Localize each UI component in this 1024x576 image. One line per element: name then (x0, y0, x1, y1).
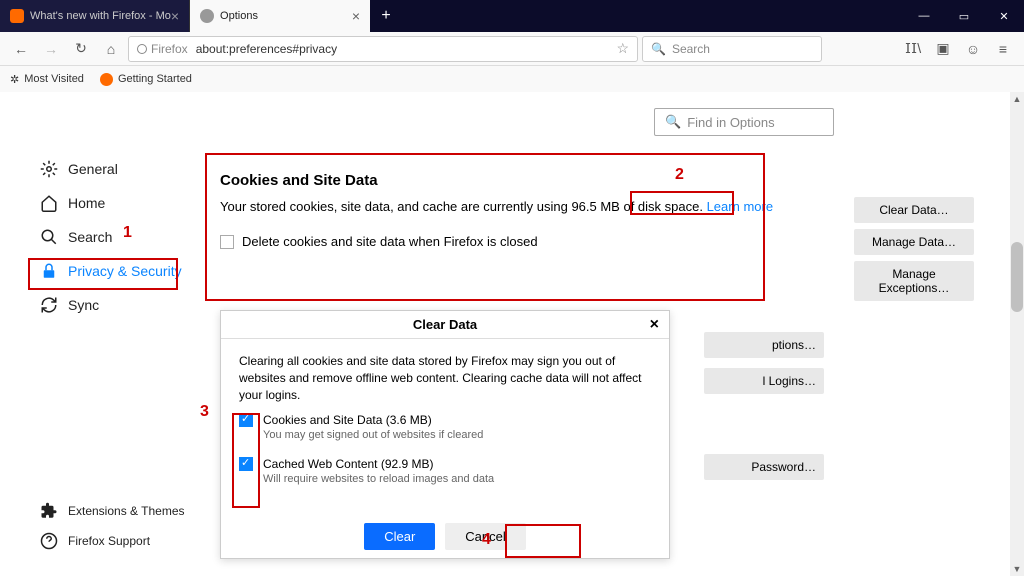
options-search-input[interactable]: 🔍 Find in Options (654, 108, 834, 136)
bookmark-most-visited[interactable]: ✲ Most Visited (10, 73, 84, 86)
reload-button[interactable]: ↻ (68, 36, 94, 62)
search-input[interactable]: 🔍 Search (642, 36, 822, 62)
help-icon (40, 532, 58, 550)
scrollbar[interactable]: ▲ ▼ (1010, 92, 1024, 576)
url-toolbar: ← → ↻ ⌂ Firefox about:preferences#privac… (0, 32, 1024, 66)
options-button-partial[interactable]: ptions… (704, 332, 824, 358)
star-icon: ✲ (10, 73, 19, 86)
address-bar[interactable]: Firefox about:preferences#privacy ☆ (128, 36, 638, 62)
bookmark-star-icon[interactable]: ☆ (616, 40, 629, 57)
cancel-button[interactable]: Cancel (445, 523, 525, 550)
window-titlebar: What's new with Firefox - Mo × Options ×… (0, 0, 1024, 32)
delete-on-close-checkbox[interactable] (220, 235, 234, 249)
tab-label: What's new with Firefox - Mo (30, 10, 171, 22)
section-description: Your stored cookies, site data, and cach… (220, 197, 834, 301)
cache-checkbox[interactable] (239, 457, 253, 471)
lock-icon (40, 262, 58, 280)
home-button[interactable]: ⌂ (98, 36, 124, 62)
manage-exceptions-button[interactable]: Manage Exceptions… (854, 261, 974, 301)
new-tab-button[interactable]: + (370, 7, 402, 25)
scroll-down-icon[interactable]: ▼ (1012, 564, 1022, 574)
close-icon[interactable]: × (171, 8, 179, 24)
manage-data-button[interactable]: Manage Data… (854, 229, 974, 255)
clear-data-button[interactable]: Clear Data… (854, 197, 974, 223)
sidebar-item-privacy[interactable]: Privacy & Security (30, 254, 200, 288)
back-button[interactable]: ← (8, 36, 34, 62)
tab-whats-new[interactable]: What's new with Firefox - Mo × (0, 0, 190, 32)
maximize-button[interactable]: ▭ (944, 0, 984, 32)
clear-data-dialog: Clear Data × Clearing all cookies and si… (220, 310, 670, 559)
clear-button[interactable]: Clear (364, 523, 435, 550)
tab-label: Options (220, 10, 258, 22)
settings-sidebar: General Home Search Privacy & Security S… (0, 92, 200, 576)
close-button[interactable]: ✕ (984, 0, 1024, 32)
minimize-button[interactable]: — (904, 0, 944, 32)
url-text: about:preferences#privacy (196, 42, 617, 56)
search-icon (40, 228, 58, 246)
password-button-partial[interactable]: Password… (704, 454, 824, 480)
account-icon[interactable]: ☺ (960, 36, 986, 62)
learn-more-link[interactable]: Learn more (707, 199, 773, 214)
gear-icon (200, 9, 214, 23)
scroll-thumb[interactable] (1011, 242, 1023, 312)
firefox-badge: Firefox (137, 42, 188, 56)
checkbox-label: Cookies and Site Data (3.6 MB) (263, 413, 483, 427)
sidebar-icon[interactable]: ▣ (930, 36, 956, 62)
bookmark-getting-started[interactable]: Getting Started (100, 73, 192, 86)
checkbox-label: Delete cookies and site data when Firefo… (242, 232, 538, 253)
puzzle-icon (40, 502, 58, 520)
dialog-description: Clearing all cookies and site data store… (239, 353, 651, 403)
dialog-close-button[interactable]: × (650, 316, 659, 334)
background-buttons: ptions… l Logins… Password… (704, 332, 824, 480)
firefox-icon (100, 73, 113, 86)
library-icon[interactable]: 𝖨𝖨\ (900, 36, 926, 62)
cookies-checkbox[interactable] (239, 413, 253, 427)
gear-icon (40, 160, 58, 178)
sidebar-item-home[interactable]: Home (30, 186, 200, 220)
menu-icon[interactable]: ≡ (990, 36, 1016, 62)
logins-button-partial[interactable]: l Logins… (704, 368, 824, 394)
checkbox-label: Cached Web Content (92.9 MB) (263, 457, 494, 471)
sidebar-item-sync[interactable]: Sync (30, 288, 200, 322)
scroll-up-icon[interactable]: ▲ (1012, 94, 1022, 104)
bookmarks-toolbar: ✲ Most Visited Getting Started (0, 66, 1024, 92)
search-icon: 🔍 (651, 42, 666, 56)
search-icon: 🔍 (665, 114, 681, 130)
sync-icon (40, 296, 58, 314)
tab-options[interactable]: Options × (190, 0, 370, 32)
dialog-header: Clear Data × (221, 311, 669, 339)
checkbox-sublabel: Will require websites to reload images a… (263, 473, 494, 485)
sidebar-item-general[interactable]: General (30, 152, 200, 186)
close-icon[interactable]: × (352, 8, 360, 24)
sidebar-item-support[interactable]: Firefox Support (30, 526, 195, 556)
firefox-icon (10, 9, 24, 23)
home-icon (40, 194, 58, 212)
forward-button[interactable]: → (38, 36, 64, 62)
section-title: Cookies and Site Data (220, 172, 974, 189)
sidebar-item-search[interactable]: Search (30, 220, 200, 254)
checkbox-sublabel: You may get signed out of websites if cl… (263, 429, 483, 441)
cookies-section: Cookies and Site Data Your stored cookie… (210, 162, 984, 311)
sidebar-item-extensions[interactable]: Extensions & Themes (30, 496, 195, 526)
